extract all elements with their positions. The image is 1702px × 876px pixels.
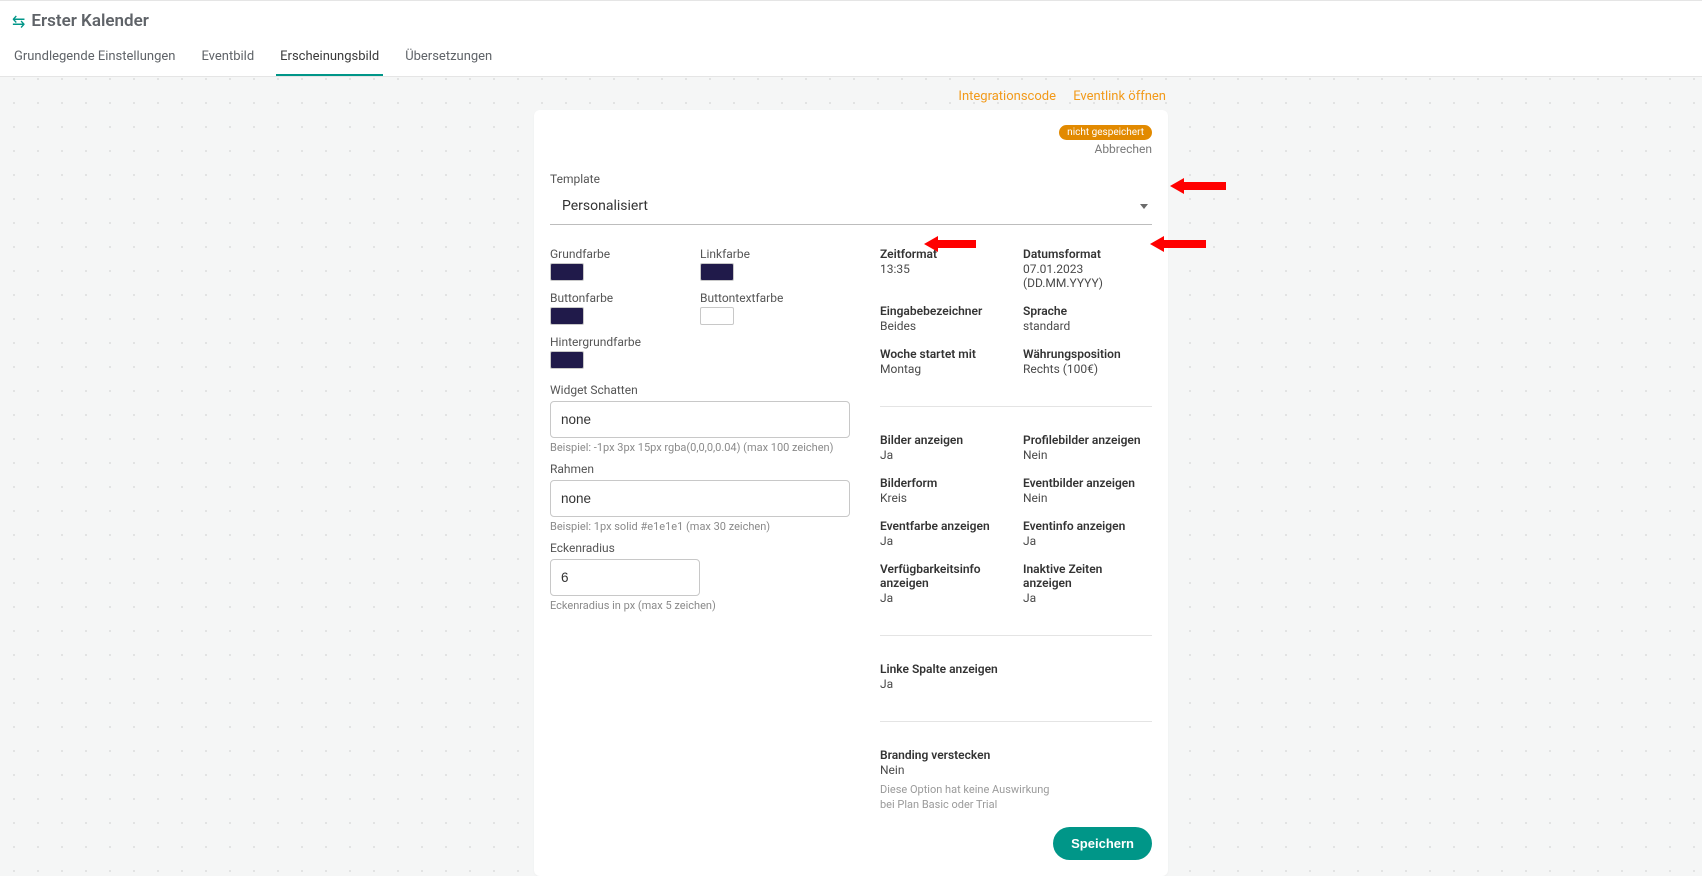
tab-event-image[interactable]: Eventbild (197, 41, 258, 76)
hintergrundfarbe-swatch[interactable] (550, 351, 584, 369)
prop-eventinfo-anzeigen[interactable]: Eventinfo anzeigen Ja (1023, 519, 1152, 548)
prop-sprache[interactable]: Sprache standard (1023, 304, 1152, 333)
prop-value: 13:35 (880, 262, 1009, 276)
buttontextfarbe-swatch[interactable] (700, 307, 734, 325)
cancel-link[interactable]: Abbrechen (550, 142, 1152, 156)
prop-eventbilder-anzeigen[interactable]: Eventbilder anzeigen Nein (1023, 476, 1152, 505)
buttontextfarbe-label: Buttontextfarbe (700, 291, 810, 305)
prop-label: Inaktive Zeiten anzeigen (1023, 562, 1152, 590)
template-label: Template (550, 172, 1152, 186)
page-header: ⇄ Erster Kalender Grundlegende Einstellu… (0, 0, 1702, 77)
prop-value: Ja (1023, 534, 1152, 548)
branding-note: Diese Option hat keine Auswirkung bei Pl… (880, 783, 1060, 813)
chevron-down-icon (1140, 204, 1148, 209)
tab-appearance[interactable]: Erscheinungsbild (276, 41, 383, 76)
right-column: Zeitformat 13:35 Datumsformat 07.01.2023… (880, 247, 1152, 860)
prop-label: Zeitformat (880, 247, 1009, 261)
widget-shadow-input[interactable] (550, 401, 850, 438)
prop-value: Nein (1023, 448, 1152, 462)
swap-icon: ⇄ (12, 12, 25, 31)
prop-inaktive-zeiten[interactable]: Inaktive Zeiten anzeigen Ja (1023, 562, 1152, 605)
prop-value: Ja (880, 677, 1152, 691)
linkfarbe-swatch[interactable] (700, 263, 734, 281)
prop-branding[interactable]: Branding verstecken Nein Diese Option ha… (880, 748, 1152, 813)
border-label: Rahmen (550, 462, 850, 476)
prop-linke-spalte[interactable]: Linke Spalte anzeigen Ja (880, 662, 1152, 691)
prop-label: Verfügbarkeitsinfo anzeigen (880, 562, 1009, 590)
page-title: Erster Kalender (31, 11, 148, 31)
main-area: Integrationscode Eventlink öffnen nicht … (0, 77, 1702, 876)
prop-zeitformat[interactable]: Zeitformat 13:35 (880, 247, 1009, 290)
prop-value: Beides (880, 319, 1009, 333)
prop-value: Ja (880, 591, 1009, 605)
corner-radius-helper: Eckenradius in px (max 5 zeichen) (550, 599, 850, 612)
buttonfarbe-label: Buttonfarbe (550, 291, 660, 305)
link-open-eventlink[interactable]: Eventlink öffnen (1073, 89, 1166, 104)
hintergrundfarbe-label: Hintergrundfarbe (550, 335, 850, 349)
prop-value: Kreis (880, 491, 1009, 505)
prop-woche-start[interactable]: Woche startet mit Montag (880, 347, 1009, 376)
divider (880, 721, 1152, 722)
prop-label: Bilder anzeigen (880, 433, 1009, 447)
prop-label: Linke Spalte anzeigen (880, 662, 1152, 676)
top-links: Integrationscode Eventlink öffnen (534, 77, 1168, 110)
prop-label: Eventbilder anzeigen (1023, 476, 1152, 490)
divider (880, 635, 1152, 636)
tab-basic-settings[interactable]: Grundlegende Einstellungen (10, 41, 179, 76)
prop-value: Ja (1023, 591, 1152, 605)
widget-shadow-helper: Beispiel: -1px 3px 15px rgba(0,0,0,0.04)… (550, 441, 850, 454)
prop-label: Woche startet mit (880, 347, 1009, 361)
prop-value: Ja (880, 534, 1009, 548)
prop-datumsformat[interactable]: Datumsformat 07.01.2023 (DD.MM.YYYY) (1023, 247, 1152, 290)
prop-verfuegbarkeitsinfo[interactable]: Verfügbarkeitsinfo anzeigen Ja (880, 562, 1009, 605)
prop-label: Eventinfo anzeigen (1023, 519, 1152, 533)
tab-translations[interactable]: Übersetzungen (401, 41, 496, 76)
prop-value: standard (1023, 319, 1152, 333)
prop-value: Ja (880, 448, 1009, 462)
prop-profilebilder-anzeigen[interactable]: Profilebilder anzeigen Nein (1023, 433, 1152, 462)
prop-bilder-anzeigen[interactable]: Bilder anzeigen Ja (880, 433, 1009, 462)
left-column: Grundfarbe Linkfarbe Buttonfarbe Buttont (550, 247, 850, 860)
border-helper: Beispiel: 1px solid #e1e1e1 (max 30 zeic… (550, 520, 850, 533)
prop-waehrungsposition[interactable]: Währungsposition Rechts (100€) (1023, 347, 1152, 376)
corner-radius-label: Eckenradius (550, 541, 850, 555)
template-select[interactable]: Personalisiert (550, 188, 1152, 225)
prop-value: Nein (1023, 491, 1152, 505)
prop-label: Bilderform (880, 476, 1009, 490)
prop-label: Profilebilder anzeigen (1023, 433, 1152, 447)
template-selected-value: Personalisiert (562, 198, 648, 214)
prop-value: Montag (880, 362, 1009, 376)
prop-eventfarbe-anzeigen[interactable]: Eventfarbe anzeigen Ja (880, 519, 1009, 548)
unsaved-badge: nicht gespeichert (1059, 125, 1152, 140)
corner-radius-input[interactable] (550, 559, 700, 596)
prop-value: Rechts (100€) (1023, 362, 1152, 376)
prop-value: 07.01.2023 (DD.MM.YYYY) (1023, 262, 1152, 290)
prop-label: Eingabebezeichner (880, 304, 1009, 318)
settings-card: nicht gespeichert Abbrechen Template Per… (534, 110, 1168, 876)
prop-label: Währungsposition (1023, 347, 1152, 361)
border-input[interactable] (550, 480, 850, 517)
widget-shadow-label: Widget Schatten (550, 383, 850, 397)
divider (880, 406, 1152, 407)
prop-label: Branding verstecken (880, 748, 1152, 762)
prop-label: Eventfarbe anzeigen (880, 519, 1009, 533)
prop-bilderform[interactable]: Bilderform Kreis (880, 476, 1009, 505)
linkfarbe-label: Linkfarbe (700, 247, 810, 261)
prop-label: Datumsformat (1023, 247, 1152, 261)
prop-eingabebezeichner[interactable]: Eingabebezeichner Beides (880, 304, 1009, 333)
buttonfarbe-swatch[interactable] (550, 307, 584, 325)
prop-label: Sprache (1023, 304, 1152, 318)
tabs: Grundlegende Einstellungen Eventbild Ers… (0, 41, 1702, 76)
grundfarbe-swatch[interactable] (550, 263, 584, 281)
prop-value: Nein (880, 763, 1152, 777)
grundfarbe-label: Grundfarbe (550, 247, 660, 261)
link-integration-code[interactable]: Integrationscode (958, 89, 1056, 104)
